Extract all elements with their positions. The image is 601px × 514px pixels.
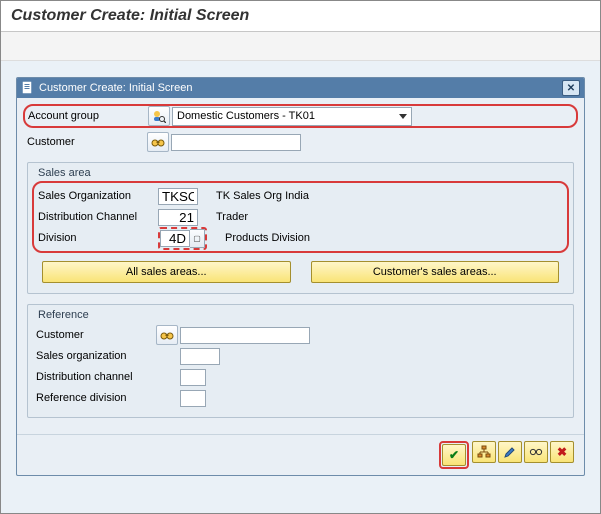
sales-area-title: Sales area (38, 167, 565, 179)
group-reference: Reference Customer Sales organization Di… (27, 304, 574, 418)
ref-customer-label: Customer (36, 329, 156, 341)
reference-title: Reference (38, 309, 565, 321)
search-person-icon[interactable] (148, 106, 170, 126)
cancel-button[interactable]: ✖ (550, 441, 574, 463)
ref-customer-input[interactable] (180, 327, 310, 344)
ref-division-input[interactable] (180, 390, 206, 407)
chevron-down-icon (399, 114, 407, 119)
division-input[interactable] (160, 230, 190, 247)
application-toolbar (1, 32, 600, 61)
dist-channel-label: Distribution Channel (38, 211, 158, 223)
ref-sales-org-input[interactable] (180, 348, 220, 365)
ref-dist-channel-label: Distribution channel (36, 371, 180, 383)
binoculars-icon[interactable] (156, 325, 178, 345)
ref-dist-channel-input[interactable] (180, 369, 206, 386)
division-label: Division (38, 232, 158, 244)
ref-division-label: Reference division (36, 392, 180, 404)
account-group-label: Account group (28, 110, 148, 122)
sales-org-label: Sales Organization (38, 190, 158, 202)
division-desc: Products Division (225, 232, 310, 244)
customer-input[interactable] (171, 134, 301, 151)
close-icon[interactable]: ✕ (562, 80, 580, 96)
glasses-button[interactable] (524, 441, 548, 463)
dialog-titlebar: Customer Create: Initial Screen ✕ (17, 78, 584, 98)
group-sales-area: Sales area Sales Organization TK Sales O… (27, 162, 574, 294)
page-title: Customer Create: Initial Screen (1, 1, 600, 32)
document-icon (21, 81, 35, 95)
dialog-footer: ✔ ✖ (17, 434, 584, 475)
account-group-value: Domestic Customers - TK01 (177, 110, 399, 122)
binoculars-icon[interactable] (147, 132, 169, 152)
ref-sales-org-label: Sales organization (36, 350, 180, 362)
dialog-title: Customer Create: Initial Screen (39, 82, 562, 94)
dialog-customer-create: Customer Create: Initial Screen ✕ Accoun… (16, 77, 585, 476)
ok-button[interactable]: ✔ (442, 444, 466, 466)
edit-button[interactable] (498, 441, 522, 463)
dist-channel-input[interactable] (158, 209, 198, 226)
sales-org-input[interactable] (158, 188, 198, 205)
customer-label: Customer (27, 136, 147, 148)
org-struct-button[interactable] (472, 441, 496, 463)
customer-sales-areas-button[interactable]: Customer's sales areas... (311, 261, 560, 283)
account-group-dropdown[interactable]: Domestic Customers - TK01 (172, 107, 412, 126)
value-help-icon[interactable]: ▢ (190, 229, 205, 248)
dist-channel-desc: Trader (216, 211, 248, 223)
sales-org-desc: TK Sales Org India (216, 190, 309, 202)
all-sales-areas-button[interactable]: All sales areas... (42, 261, 291, 283)
